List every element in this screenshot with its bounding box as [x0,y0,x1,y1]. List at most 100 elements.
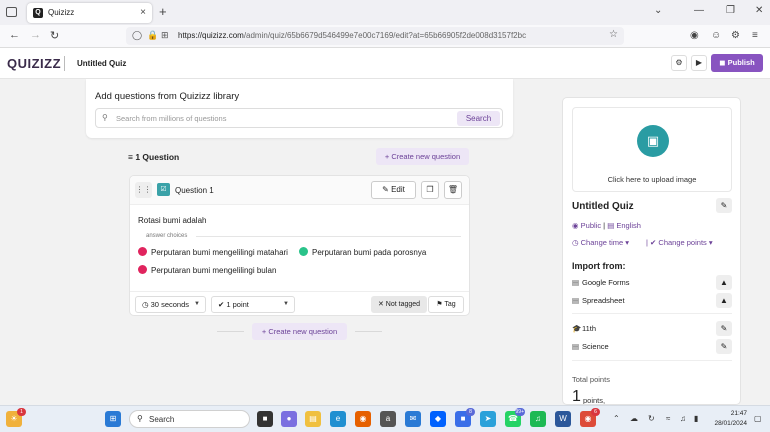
visibility-link[interactable]: ◉ Public | ▤ English [572,221,641,230]
tag-button[interactable]: ⚑ Tag [428,296,464,313]
bookmark-star-icon[interactable]: ☆ [609,29,618,40]
chrome-icon[interactable]: ◉ 6 [580,408,600,427]
spreadsheet-icon: ▤ [572,296,580,305]
create-question-button-bottom[interactable]: + Create new question [252,323,347,340]
mail-icon[interactable]: ✉ [405,411,421,427]
onedrive-icon[interactable]: ☁ [630,414,638,423]
whatsapp-icon[interactable]: ☎ 99+ [505,408,525,427]
change-time-link[interactable]: ◷ Change time ▾ [572,238,629,247]
check-circle-icon: | ✔ [646,238,659,247]
upload-google-forms-icon[interactable]: ▲ [716,275,732,290]
browser-tab-quizizz[interactable]: Q Quizizz × [27,3,152,23]
question-card-header: ⋮⋮ ☑ Question 1 ✎ Edit ❐ 🗑 [130,176,469,205]
answer-choice: Perputaran bumi mengelilingi matahari [138,247,288,257]
language-value: English [616,221,641,230]
extensions-icon[interactable]: ⚙ [731,30,740,41]
shield-icon[interactable]: ◯ [132,30,142,41]
import-spreadsheet[interactable]: ▤ Spreadsheet [572,296,625,305]
tray-chevron-up-icon[interactable]: ⌃ [613,414,620,423]
header-divider [64,56,65,71]
window-close-icon[interactable]: ✕ [755,5,763,16]
lock-icon[interactable]: 🔒 [147,30,158,41]
import-source-label: Google Forms [582,278,630,287]
task-view-icon[interactable]: ■ [257,411,273,427]
tab-overview-icon[interactable] [6,7,17,17]
incorrect-dot-icon [138,265,147,274]
duplicate-icon[interactable]: ❐ [421,181,439,199]
sync-icon[interactable]: ↻ [648,414,655,423]
tab-title: Quizizz [48,8,75,17]
import-google-forms[interactable]: ▤ Google Forms [572,278,630,287]
pocket-icon[interactable]: ◉ [690,30,699,41]
preview-play-icon[interactable]: ▶ [691,55,707,71]
language-icon: ▤ [607,221,617,230]
time-select[interactable]: ◷ 30 seconds ▼ [135,296,206,313]
quizizz-logo[interactable]: QUIZIZZ [7,56,61,71]
forward-icon[interactable]: → [30,29,41,41]
app-icon[interactable]: ■ 8 [455,408,475,427]
upload-image-box[interactable]: ▣ Click here to upload image [572,107,732,192]
clock-date: 28/01/2024 [714,420,747,427]
graduation-cap-icon: 🎓 [572,324,582,333]
widgets-icon[interactable]: ☀ 1 [6,408,26,427]
app-header: QUIZIZZ Untitled Quiz ⚙ ▶ ◼ Publish [0,48,770,79]
browser-nav-bar: ← → ↻ ◯ 🔒 ⊞ https://quizizz.com/admin/qu… [0,25,770,48]
edge-icon[interactable]: e [330,411,346,427]
edit-question-button[interactable]: ✎ Edit [371,181,416,199]
dropbox-icon[interactable]: ◆ [430,411,446,427]
question-card: ⋮⋮ ☑ Question 1 ✎ Edit ❐ 🗑 Rotasi bumi a… [129,175,470,316]
spotify-icon[interactable]: ♫ [530,411,546,427]
amazon-icon[interactable]: a [380,411,396,427]
telegram-icon[interactable]: ➤ [480,411,496,427]
delete-icon[interactable]: 🗑 [444,181,462,199]
permissions-icon[interactable]: ⊞ [161,30,169,41]
chevron-down-icon: ▼ [194,301,200,307]
points-select[interactable]: ✔ 1 point ▼ [211,296,295,313]
answer-choices-label: answer choices [146,233,188,239]
word-icon[interactable]: W [555,411,571,427]
library-heading: Add questions from Quizizz library [95,91,240,102]
reload-icon[interactable]: ↻ [50,29,59,42]
answer-choice: Perputaran bumi mengelilingi bulan [138,265,276,275]
new-tab-button[interactable]: + [159,4,167,19]
back-icon[interactable]: ← [9,29,20,41]
notifications-icon[interactable]: ▢ [754,414,762,423]
menu-icon[interactable]: ≡ [752,30,758,41]
change-points-link[interactable]: | ✔ Change points ▾ [646,238,713,247]
file-explorer-icon[interactable]: ▤ [305,411,321,427]
edit-grade-pencil-icon[interactable]: ✎ [716,321,732,336]
restore-icon[interactable]: ❐ [726,5,735,16]
tab-list-chevron-icon[interactable]: ⌄ [654,5,662,16]
taskbar-search[interactable]: ⚲ Search [129,410,250,428]
panel-quiz-title: Untitled Quiz [572,201,634,212]
edit-title-pencil-icon[interactable]: ✎ [716,198,732,213]
create-question-label: Create new question [268,327,338,336]
upload-spreadsheet-icon[interactable]: ▲ [716,293,732,308]
clock-icon: ◷ [572,238,581,247]
drag-handle-icon[interactable]: ⋮⋮ [135,182,152,198]
minimize-icon[interactable]: — [694,5,704,16]
eye-icon: ◉ [572,221,581,230]
firefox-icon[interactable]: ◉ [355,411,371,427]
library-search-input[interactable] [116,112,456,125]
chat-icon[interactable]: ● [281,411,297,427]
edit-subject-pencil-icon[interactable]: ✎ [716,339,732,354]
taskbar-clock[interactable]: 21:47 28/01/2024 [711,409,747,429]
account-icon[interactable]: ☺ [711,30,721,41]
import-source-label: Spreadsheet [582,296,625,305]
tab-close-icon[interactable]: × [140,7,146,18]
library-search-box: ⚲ Search [95,108,503,128]
search-icon: ⚲ [137,414,143,423]
address-bar[interactable]: ◯ 🔒 ⊞ https://quizizz.com/admin/quiz/65b… [126,27,624,45]
library-search-button[interactable]: Search [457,111,500,126]
start-windows-icon[interactable]: ⊞ [105,411,121,427]
quiz-title[interactable]: Untitled Quiz [77,59,126,68]
battery-icon[interactable]: ▮ [694,414,698,423]
not-tagged-badge[interactable]: ✕ Not tagged [371,296,427,313]
wifi-icon[interactable]: ≈ [666,414,670,423]
volume-icon[interactable]: ♫ [680,414,686,423]
answer-choice: Perputaran bumi pada porosnya [299,247,426,257]
publish-button[interactable]: ◼ Publish [711,54,763,72]
create-question-button-top[interactable]: + Create new question [376,148,469,165]
settings-gear-icon[interactable]: ⚙ [671,55,687,71]
